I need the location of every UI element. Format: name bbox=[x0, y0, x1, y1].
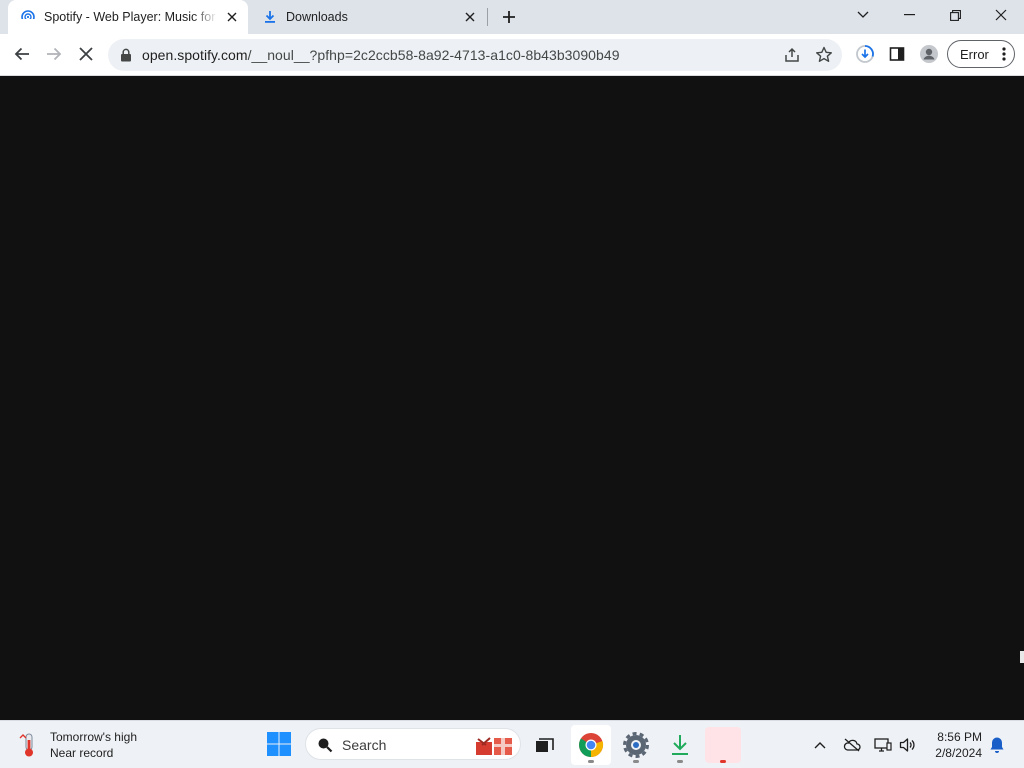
profile-error-label: Error bbox=[960, 46, 989, 62]
close-tab-icon[interactable] bbox=[222, 7, 242, 27]
tab-downloads[interactable]: Downloads bbox=[250, 0, 486, 34]
windows-taskbar: Tomorrow's high Near record Search 8:56 … bbox=[0, 720, 1024, 768]
stop-loading-button[interactable] bbox=[71, 39, 101, 69]
plus-icon bbox=[503, 11, 515, 23]
download-app-button[interactable] bbox=[660, 725, 700, 765]
onedrive-tray-button[interactable] bbox=[839, 731, 865, 759]
stop-loading-icon bbox=[79, 47, 93, 61]
back-button[interactable] bbox=[7, 39, 37, 69]
taskbar-search[interactable]: Search bbox=[305, 728, 521, 760]
running-indicator bbox=[633, 760, 639, 763]
search-icon bbox=[318, 738, 333, 753]
new-tab-button[interactable] bbox=[497, 5, 521, 29]
download-icon bbox=[262, 9, 278, 25]
restore-icon bbox=[949, 9, 961, 21]
share-icon[interactable] bbox=[782, 45, 802, 65]
weather-line-1: Tomorrow's high bbox=[50, 730, 137, 744]
notifications-button[interactable] bbox=[984, 731, 1010, 759]
downloads-button[interactable] bbox=[850, 39, 880, 69]
page-content bbox=[0, 77, 1024, 720]
thermometer-icon bbox=[19, 733, 33, 757]
settings-taskbar-button[interactable] bbox=[616, 725, 656, 765]
clock-date: 2/8/2024 bbox=[935, 746, 982, 760]
mouse-cursor-icon bbox=[1020, 651, 1024, 663]
pink-app-icon bbox=[705, 727, 741, 763]
tab-search-button[interactable] bbox=[840, 0, 886, 30]
network-icon bbox=[874, 738, 892, 752]
notification-bell-icon bbox=[990, 737, 1004, 753]
back-arrow-icon bbox=[14, 47, 29, 61]
forward-button[interactable] bbox=[39, 39, 69, 69]
profile-avatar-icon bbox=[920, 45, 938, 63]
network-tray-button[interactable] bbox=[870, 731, 896, 759]
restore-button[interactable] bbox=[932, 0, 978, 30]
minimize-button[interactable] bbox=[886, 0, 932, 30]
url-domain: open.spotify.com bbox=[142, 47, 248, 63]
volume-tray-button[interactable] bbox=[895, 731, 921, 759]
tab-title: Downloads bbox=[286, 10, 348, 24]
chrome-taskbar-button[interactable] bbox=[571, 725, 611, 765]
minimize-icon bbox=[903, 14, 915, 16]
task-view-button[interactable] bbox=[525, 725, 565, 765]
close-tab-icon[interactable] bbox=[460, 7, 480, 27]
side-panel-button[interactable] bbox=[882, 39, 912, 69]
search-placeholder: Search bbox=[342, 737, 387, 753]
download-progress-icon bbox=[856, 45, 874, 63]
running-indicator bbox=[588, 760, 594, 763]
windows-start-icon[interactable] bbox=[266, 731, 292, 757]
tab-title: Spotify - Web Player: Music for everyone bbox=[44, 10, 218, 24]
spotify-broadcast-icon bbox=[20, 9, 36, 25]
weather-line-2: Near record bbox=[50, 746, 114, 760]
forward-arrow-icon bbox=[47, 47, 62, 61]
gift-boxes-icon bbox=[476, 737, 512, 755]
address-bar[interactable]: open.spotify.com/__noul__?pfhp=2c2ccb58-… bbox=[108, 39, 842, 71]
cloud-offline-icon bbox=[843, 738, 861, 752]
bookmark-star-icon[interactable] bbox=[814, 45, 834, 65]
tab-search-icon bbox=[857, 11, 869, 18]
url-path: /__noul__?pfhp=2c2ccb58-8a92-4713-a1c0-8… bbox=[247, 47, 620, 63]
browser-toolbar: open.spotify.com/__noul__?pfhp=2c2ccb58-… bbox=[0, 34, 1024, 76]
volume-icon bbox=[899, 738, 915, 752]
running-indicator bbox=[720, 760, 726, 763]
side-panel-icon bbox=[889, 47, 905, 61]
running-indicator bbox=[677, 760, 683, 763]
window-close-button[interactable] bbox=[978, 0, 1024, 30]
task-view-icon bbox=[536, 738, 554, 752]
tab-spotify[interactable]: Spotify - Web Player: Music for everyone bbox=[8, 0, 248, 34]
chrome-icon bbox=[579, 733, 604, 757]
chevron-up-icon bbox=[814, 742, 826, 749]
tab-separator bbox=[487, 8, 488, 26]
taskbar-clock[interactable]: 8:56 PM 2/8/2024 bbox=[926, 729, 982, 761]
url-text: open.spotify.com/__noul__?pfhp=2c2ccb58-… bbox=[142, 47, 620, 63]
weather-widget[interactable]: Tomorrow's high Near record bbox=[18, 729, 137, 761]
close-icon bbox=[995, 9, 1007, 21]
download-arrow-icon bbox=[672, 735, 688, 755]
more-options-icon[interactable] bbox=[1002, 46, 1006, 62]
pink-app-button[interactable] bbox=[703, 725, 743, 765]
lock-icon bbox=[121, 48, 131, 62]
tab-strip: Spotify - Web Player: Music for everyone… bbox=[0, 0, 1024, 34]
show-hidden-icons-button[interactable] bbox=[807, 731, 833, 759]
settings-icon bbox=[623, 732, 649, 758]
profile-avatar-button[interactable] bbox=[914, 39, 944, 69]
clock-time: 8:56 PM bbox=[937, 730, 982, 744]
profile-error-button[interactable]: Error bbox=[947, 40, 1015, 68]
